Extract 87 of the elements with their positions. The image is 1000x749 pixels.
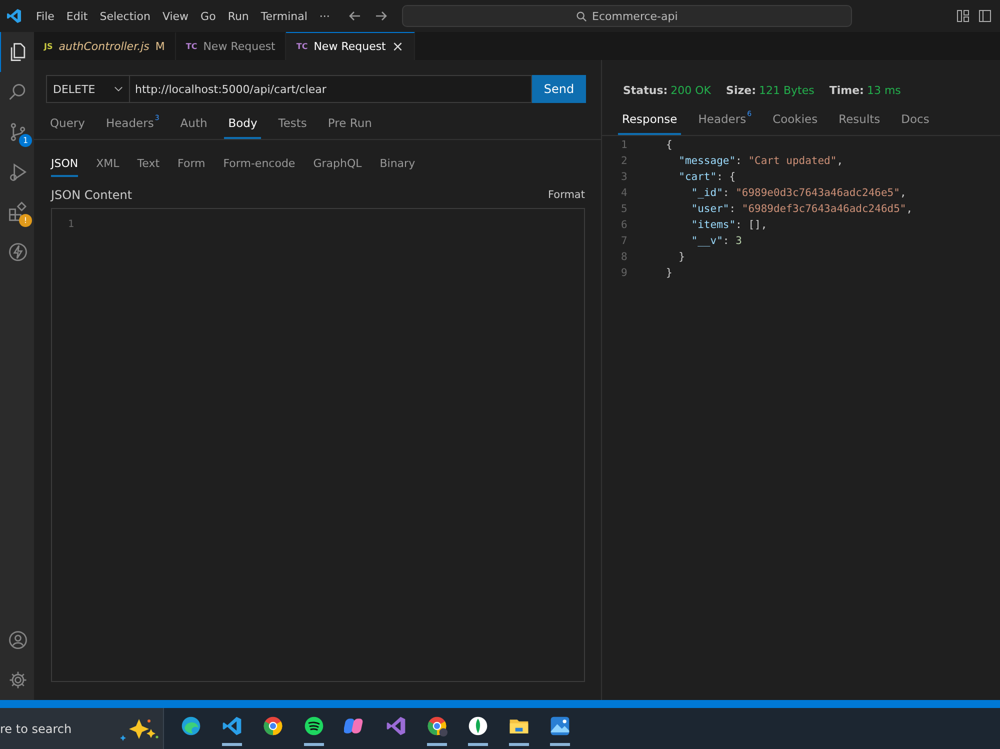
line-number: 8 bbox=[620, 251, 628, 263]
format-link[interactable]: Format bbox=[548, 189, 585, 201]
body-type-tab[interactable]: JSON bbox=[51, 151, 78, 177]
status-value: 200 OK bbox=[670, 84, 712, 96]
sidebar-toggle-icon[interactable] bbox=[978, 9, 992, 23]
send-button[interactable]: Send bbox=[532, 75, 586, 103]
app-icon[interactable] bbox=[466, 715, 488, 737]
command-search-field[interactable]: Ecommerce-api bbox=[402, 5, 852, 27]
menu-item[interactable]: File bbox=[30, 10, 60, 22]
menu-item[interactable]: Selection bbox=[94, 10, 156, 22]
body-type-tab[interactable]: XML bbox=[96, 151, 120, 177]
body-type-tab[interactable]: Form bbox=[178, 151, 206, 177]
content-label: JSON Content bbox=[51, 188, 132, 202]
menu-item[interactable]: Edit bbox=[60, 10, 94, 22]
app-icon[interactable] bbox=[262, 715, 284, 737]
line-number: 4 bbox=[620, 187, 628, 199]
status-label: Status: bbox=[623, 84, 668, 96]
menu-item[interactable]: Run bbox=[222, 10, 255, 22]
notification-badge: 1 bbox=[19, 134, 32, 147]
file-type-icon: TC bbox=[296, 42, 308, 51]
app-icon[interactable] bbox=[180, 715, 202, 737]
time-label: Time: bbox=[829, 84, 864, 96]
body-type-tab[interactable]: Binary bbox=[380, 151, 416, 177]
line-number: 7 bbox=[620, 235, 628, 247]
response-tab[interactable]: Response bbox=[618, 105, 682, 135]
line-number: 1 bbox=[620, 139, 628, 151]
body-type-tab[interactable]: Form-encode bbox=[223, 151, 296, 177]
chevron-down-icon bbox=[114, 86, 123, 92]
account-icon[interactable] bbox=[7, 629, 29, 651]
tab-label: New Request bbox=[314, 40, 386, 53]
vscode-logo-icon bbox=[6, 8, 22, 24]
request-tab[interactable]: Body bbox=[224, 109, 262, 139]
forward-arrow-icon[interactable] bbox=[374, 9, 388, 23]
modified-indicator: M bbox=[155, 40, 165, 53]
code-line: "cart": { bbox=[678, 171, 736, 183]
request-tab[interactable]: Pre Run bbox=[328, 109, 381, 139]
notification-badge: ! bbox=[19, 214, 32, 227]
taskbar-search-field[interactable]: re to search bbox=[0, 708, 164, 749]
tab-label: authController.js bbox=[58, 40, 150, 53]
response-tab[interactable]: Docs bbox=[901, 105, 938, 135]
body-type-tab[interactable]: Text bbox=[137, 151, 160, 177]
request-tab[interactable]: Auth bbox=[180, 109, 216, 139]
code-line: "user": "6989def3c7643a46adc246d5", bbox=[690, 203, 913, 215]
request-tab[interactable]: Tests bbox=[278, 109, 316, 139]
menu-item[interactable]: View bbox=[156, 10, 195, 22]
code-line: "__v": 3 bbox=[690, 235, 742, 247]
code-line: } bbox=[666, 267, 672, 279]
url-input[interactable]: http://localhost:5000/api/cart/clear bbox=[130, 75, 532, 103]
menu-item[interactable]: ··· bbox=[313, 10, 336, 22]
line-number: 2 bbox=[620, 155, 628, 167]
settings-icon[interactable] bbox=[7, 669, 29, 691]
photos-icon[interactable] bbox=[548, 715, 570, 737]
method-dropdown[interactable]: DELETE bbox=[46, 75, 130, 103]
response-tab[interactable]: Cookies bbox=[772, 105, 827, 135]
code-line: } bbox=[678, 251, 685, 263]
sparkle-icon[interactable] bbox=[119, 716, 159, 740]
close-icon[interactable]: × bbox=[392, 38, 404, 54]
extensions-icon[interactable] bbox=[7, 201, 29, 223]
code-line: "message": "Cart updated", bbox=[678, 155, 844, 167]
menu-item[interactable]: Go bbox=[194, 10, 222, 22]
size-label: Size: bbox=[726, 84, 756, 96]
size-value: 121 Bytes bbox=[758, 84, 814, 96]
code-line: "items": [], bbox=[690, 219, 768, 231]
run-debug-icon[interactable] bbox=[7, 161, 29, 183]
body-type-tab[interactable]: GraphQL bbox=[313, 151, 362, 177]
response-tab[interactable]: Headers$^{6}$ bbox=[698, 105, 761, 135]
response-tab[interactable]: Results bbox=[838, 105, 890, 135]
line-number: 6 bbox=[620, 219, 628, 231]
line-number: 5 bbox=[620, 203, 628, 215]
code-line: { bbox=[666, 139, 672, 151]
file-type-icon: JS bbox=[44, 42, 53, 51]
request-tab[interactable]: Query bbox=[50, 109, 94, 139]
request-tab[interactable]: Headers$^{3}$ bbox=[106, 109, 168, 139]
menu-item[interactable]: Terminal bbox=[254, 10, 314, 22]
code-line: "_id": "6989e0d3c7643a46adc246e5", bbox=[690, 187, 906, 199]
lightning-icon[interactable] bbox=[7, 241, 29, 263]
back-arrow-icon[interactable] bbox=[348, 9, 362, 23]
tab-label: New Request bbox=[203, 40, 276, 53]
layout-icon[interactable] bbox=[956, 9, 970, 23]
editor-tab[interactable]: TC New Request × bbox=[286, 32, 415, 60]
app-icon[interactable] bbox=[426, 715, 448, 737]
file-type-icon: TC bbox=[186, 42, 198, 51]
time-value: 13 ms bbox=[866, 84, 901, 96]
app-icon[interactable] bbox=[302, 715, 324, 737]
line-number: 9 bbox=[620, 267, 628, 279]
line-number: 3 bbox=[620, 171, 628, 183]
search-icon bbox=[576, 10, 588, 22]
